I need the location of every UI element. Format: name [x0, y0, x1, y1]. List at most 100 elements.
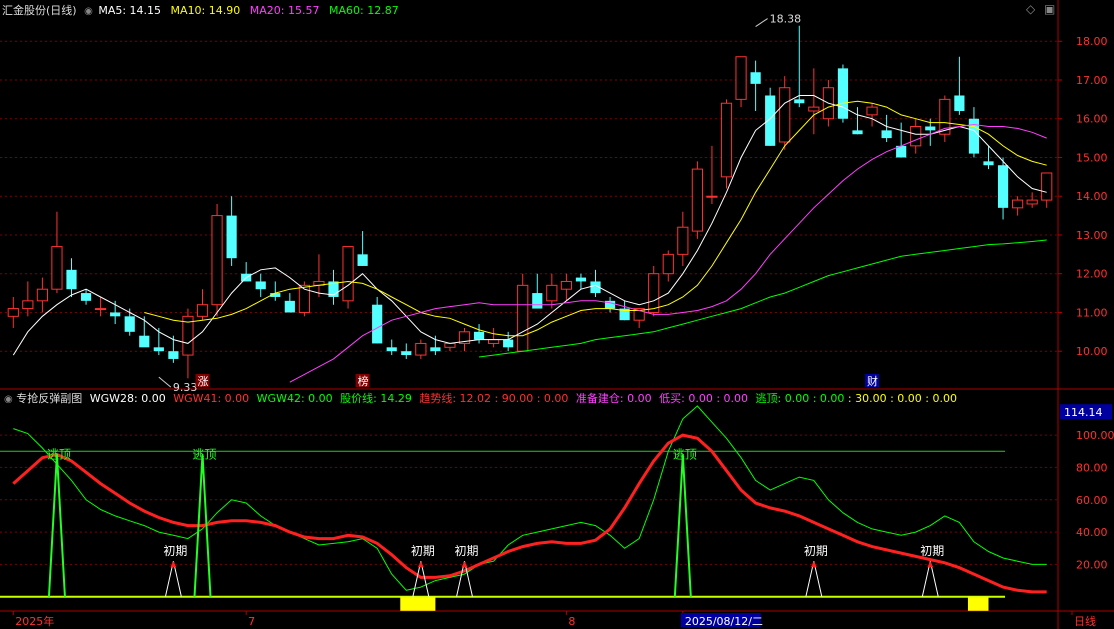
ma-line-ma60 [479, 239, 1047, 358]
candle [691, 161, 703, 239]
indicator-tick-label: 20.00 [1076, 558, 1108, 571]
candle [139, 316, 150, 348]
candle-body-up [648, 273, 660, 313]
price-tick-label: 10.00 [1076, 345, 1108, 358]
early-stage-label: 初期 [804, 544, 828, 558]
candle-body-up [211, 215, 223, 306]
event-marker-label: 财 [867, 374, 878, 388]
escape-top-spike [47, 454, 66, 597]
candle-body-down [153, 347, 164, 352]
wgw41-label: WGW41: 0.00 [173, 392, 250, 405]
trend-line-label: 趋势线: 12.02 : 90.00 : 0.00 [419, 392, 569, 405]
trend-line-series [12, 433, 1047, 594]
candle [910, 118, 922, 154]
candle [706, 145, 718, 204]
candle [211, 203, 223, 317]
extra-values-label: : 30.00 : 0.00 : 0.00 [847, 392, 957, 405]
candle-body-down [794, 99, 805, 104]
candle [735, 56, 747, 108]
main-header: 汇金股份(日线) ◉ MA5: 14.15 MA10: 14.90 MA20: … [2, 4, 399, 19]
candle-body-up [1026, 199, 1038, 205]
candle [837, 64, 849, 123]
extreme-price-label: 18.38 [770, 13, 802, 26]
low-buy-label: 低买: 0.00 : 0.00 [659, 392, 749, 405]
candle [270, 281, 281, 301]
early-stage-label: 初期 [411, 544, 435, 558]
candle [1026, 192, 1038, 208]
candle-body-down [255, 281, 266, 290]
candle-body-down [357, 254, 368, 266]
stock-chart[interactable]: 18.389.33 涨榜财 逃顶 逃顶初期 初期 初期逃顶初期 初期 10.0011.00… [0, 0, 1114, 629]
candle-body-up [560, 280, 572, 290]
candle [401, 343, 412, 359]
stock-title[interactable]: 汇金股份(日线) [2, 4, 77, 17]
indicator-settings-icon[interactable]: ◉ [4, 394, 13, 405]
price-axis: 10.00 11.00 12.00 13.00 14.00 15.00 16.00 17.00… [1058, 35, 1114, 571]
escape-top-label: 逃顶: 0.00 : 0.00 [755, 392, 845, 405]
candle-body-up [196, 304, 209, 317]
candle [896, 122, 907, 158]
candle [328, 269, 339, 305]
ma20-label: MA20: 15.57 [249, 4, 320, 17]
candle [765, 87, 776, 146]
ma-settings-icon[interactable]: ◉ [84, 6, 93, 17]
candle-body-up [546, 284, 558, 302]
candle [779, 76, 791, 150]
candle-body-up [517, 284, 529, 352]
candle [430, 335, 441, 356]
candle [488, 327, 500, 348]
price-tick-label: 18.00 [1076, 35, 1108, 48]
ma60-label: MA60: 12.87 [328, 4, 399, 17]
candle-body-up [95, 308, 107, 311]
candle-body-up [662, 253, 674, 275]
candle [241, 262, 252, 282]
candle-body-up [22, 300, 34, 310]
candle [415, 339, 427, 359]
candle-body-down [954, 95, 965, 111]
candle-body-up [51, 246, 63, 290]
candle-body-up [910, 125, 922, 147]
candle [968, 107, 980, 158]
indicator-tick-label: 40.00 [1076, 526, 1108, 539]
indicator-tick-label: 80.00 [1076, 461, 1108, 474]
candle [750, 60, 761, 111]
candle-body-down [532, 293, 543, 309]
early-stage-label: 初期 [455, 544, 479, 558]
layout-toggle-icon[interactable]: ◇ [1026, 2, 1035, 16]
candle-body-down [765, 95, 776, 146]
escape-top-label: 逃顶 [193, 448, 217, 462]
candle-body-down [750, 72, 761, 84]
grid-layer [0, 0, 1114, 629]
price-tick-label: 13.00 [1076, 229, 1108, 242]
candle-body-up [735, 56, 747, 100]
candle [372, 296, 383, 344]
candle-body-down [80, 293, 92, 301]
indicator-panel: 逃顶 逃顶初期 初期 初期 逃顶初期 初期 [0, 405, 1047, 611]
candle [226, 196, 237, 266]
candle-body-up [808, 106, 820, 112]
ma5-label: MA5: 14.15 [98, 4, 162, 17]
window-control-icon[interactable]: ▣ [1044, 2, 1055, 16]
candle [954, 56, 965, 115]
candle-body-up [342, 246, 354, 302]
candle-body-down [168, 351, 179, 359]
candle [662, 250, 674, 282]
candle [677, 211, 689, 266]
wgw28-label: WGW28: 0.00 [89, 392, 166, 405]
price-line-series [13, 405, 1047, 591]
candle-body-down [386, 347, 397, 352]
candle [7, 296, 19, 328]
candle [95, 296, 107, 317]
candle-body-down [925, 126, 936, 131]
candle [313, 254, 325, 297]
candle [866, 103, 878, 127]
candle [458, 327, 471, 352]
candle-body-up [7, 308, 19, 317]
candle [386, 339, 397, 356]
candle [546, 273, 558, 309]
build-position-label: 准备建仓: 0.00 [575, 392, 652, 405]
candle [794, 25, 805, 108]
indicator-name[interactable]: 专抢反弹副图 [16, 392, 82, 405]
candle [720, 99, 733, 189]
candle [36, 277, 48, 313]
